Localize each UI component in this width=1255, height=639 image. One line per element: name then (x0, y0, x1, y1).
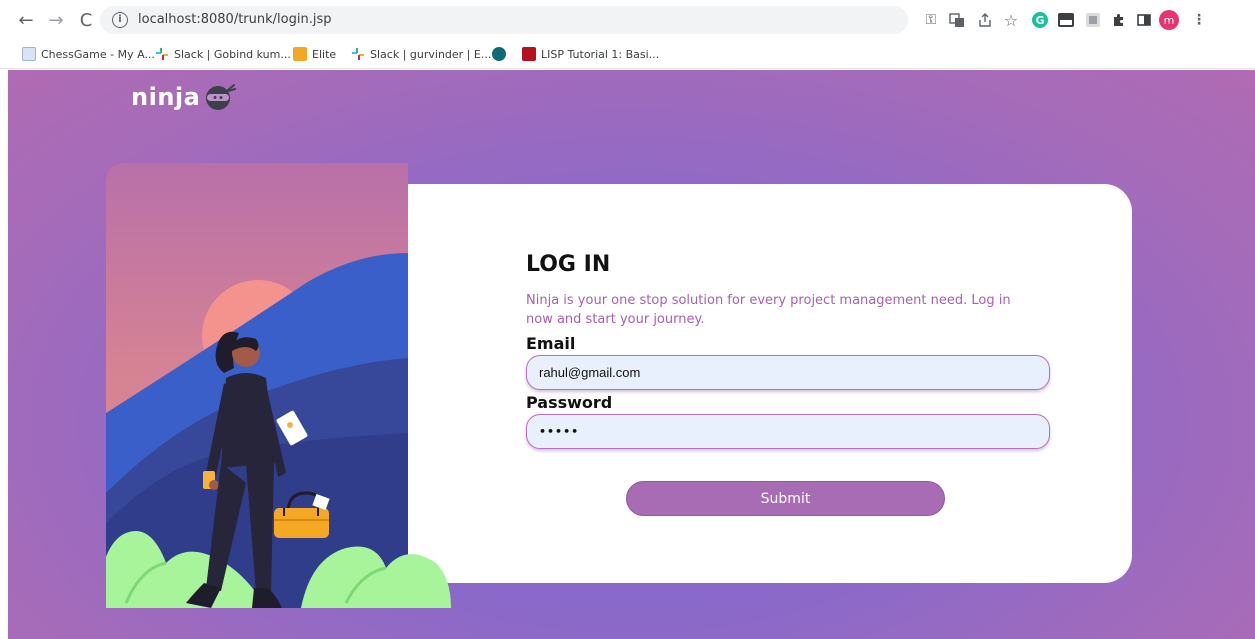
bookmark-item[interactable]: LISP Tutorial 1: Basi... (522, 45, 659, 63)
bookmark-label: LISP Tutorial 1: Basi... (541, 47, 660, 61)
email-input[interactable] (526, 355, 1050, 390)
submit-button[interactable]: Submit (626, 481, 945, 516)
slack-icon (156, 48, 168, 60)
bookmark-item[interactable]: Slack | gurvinder | E... (351, 45, 491, 63)
bookmark-star-icon[interactable]: ☆ (1002, 11, 1020, 30)
menu-kebab-icon[interactable]: ⋮ (1190, 11, 1208, 29)
forward-icon[interactable]: → (44, 8, 68, 32)
extensions-puzzle-icon[interactable] (1110, 11, 1128, 29)
key-icon[interactable]: ⚿ (922, 11, 940, 29)
reload-icon[interactable]: C (74, 8, 98, 32)
bookmark-item[interactable]: Slack | Gobind kum... (155, 45, 291, 63)
slack-icon (352, 48, 364, 60)
sfu-icon (522, 47, 536, 61)
brand-logo[interactable]: ninja (131, 82, 237, 112)
login-description: Ninja is your one stop solution for ever… (526, 293, 1011, 327)
bookmark-item[interactable] (492, 45, 511, 63)
heart-site-icon (492, 47, 506, 61)
bookmark-label: Slack | gurvinder | E... (370, 47, 492, 61)
login-form: LOG IN Ninja is your one stop solution f… (526, 252, 1056, 449)
login-page: ninja LOG IN Ninja is your one stop solu… (8, 70, 1255, 639)
chrome-divider (0, 68, 1255, 69)
woman-with-bag-illustration (106, 163, 451, 608)
login-title: LOG IN (526, 252, 611, 277)
password-input[interactable]: ••••• (526, 414, 1050, 449)
password-dots: ••••• (539, 425, 580, 438)
email-label: Email (526, 334, 576, 353)
brand-name: ninja (131, 83, 201, 111)
site-info-icon[interactable]: i (112, 12, 128, 28)
bookmarks-bar: ChessGame - My A... Slack | Gobind kum..… (0, 40, 1255, 66)
side-panel-icon[interactable] (1135, 11, 1153, 29)
bookmark-label: Slack | Gobind kum... (174, 47, 291, 61)
bookmark-item[interactable]: ChessGame - My A... (22, 45, 155, 63)
browser-chrome: ← → C i localhost:8080/trunk/login.jsp ⚿… (0, 0, 1255, 70)
bookmark-item[interactable]: Elite (293, 45, 336, 63)
svg-text:G: G (1035, 14, 1044, 27)
share-icon[interactable] (976, 11, 994, 29)
ninja-icon (206, 84, 237, 110)
profile-avatar[interactable]: m (1159, 10, 1179, 30)
browser-toolbar: ← → C i localhost:8080/trunk/login.jsp ⚿… (0, 0, 1255, 40)
address-bar[interactable]: i localhost:8080/trunk/login.jsp (100, 6, 908, 34)
address-url[interactable]: localhost:8080/trunk/login.jsp (138, 12, 331, 27)
new-extension-icon[interactable] (1057, 11, 1075, 29)
translate-icon[interactable] (948, 11, 966, 29)
bookmark-label: ChessGame - My A... (41, 47, 155, 61)
password-label: Password (526, 393, 613, 412)
document-icon (22, 47, 36, 61)
elite-icon (293, 47, 307, 61)
grammarly-extension-icon[interactable]: G (1031, 11, 1049, 29)
back-icon[interactable]: ← (14, 8, 38, 32)
bookmark-label: Elite (312, 47, 337, 61)
extension-icon[interactable] (1084, 11, 1102, 29)
